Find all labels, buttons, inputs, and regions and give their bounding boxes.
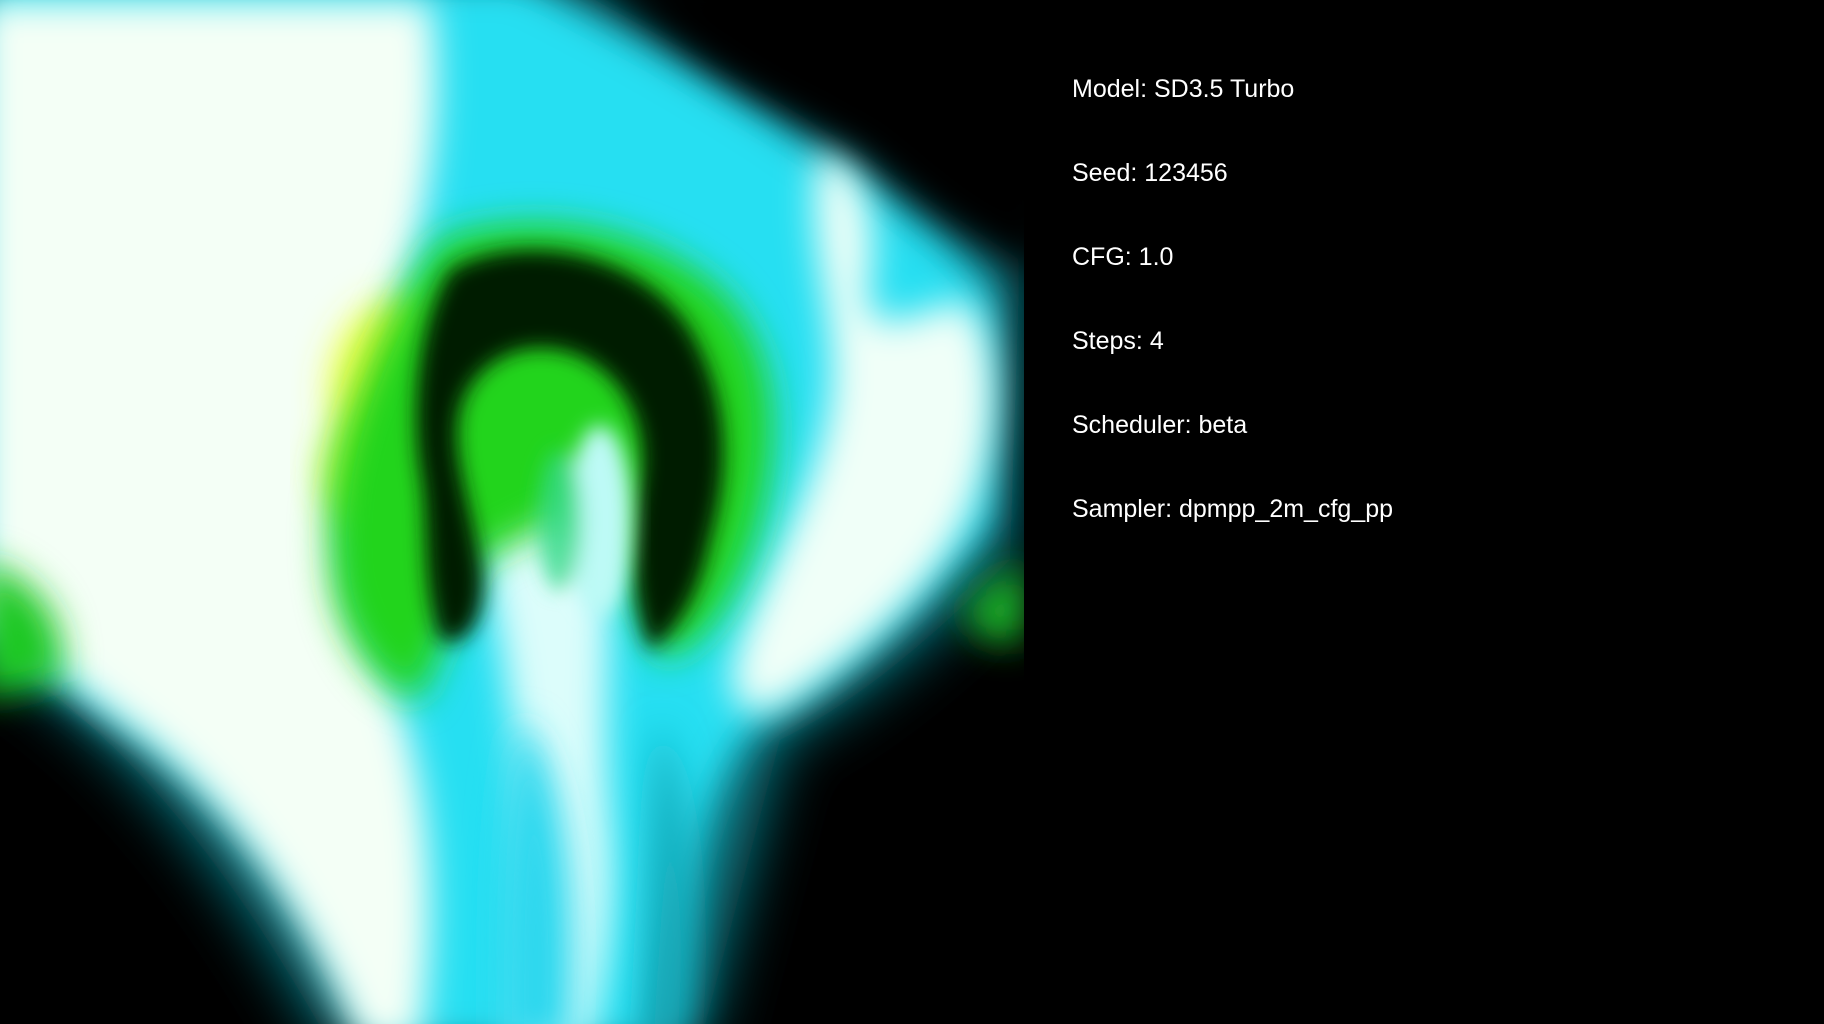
steps-label: Steps: 4 [1072,327,1164,355]
sampler-label: Sampler: dpmpp_2m_cfg_pp [1072,495,1394,523]
model-label: Model: SD3.5 Turbo [1072,75,1295,103]
screen: Model: SD3.5 Turbo Seed: 123456 CFG: 1.0… [0,0,1824,1024]
generation-settings-panel: Model: SD3.5 Turbo Seed: 123456 CFG: 1.0… [1072,74,1772,578]
scheduler-label: Scheduler: beta [1072,411,1248,439]
abstract-glow-image [0,0,1024,1024]
cfg-label: CFG: 1.0 [1072,243,1174,271]
seed-label: Seed: 123456 [1072,159,1228,187]
generated-image [0,0,1024,1024]
